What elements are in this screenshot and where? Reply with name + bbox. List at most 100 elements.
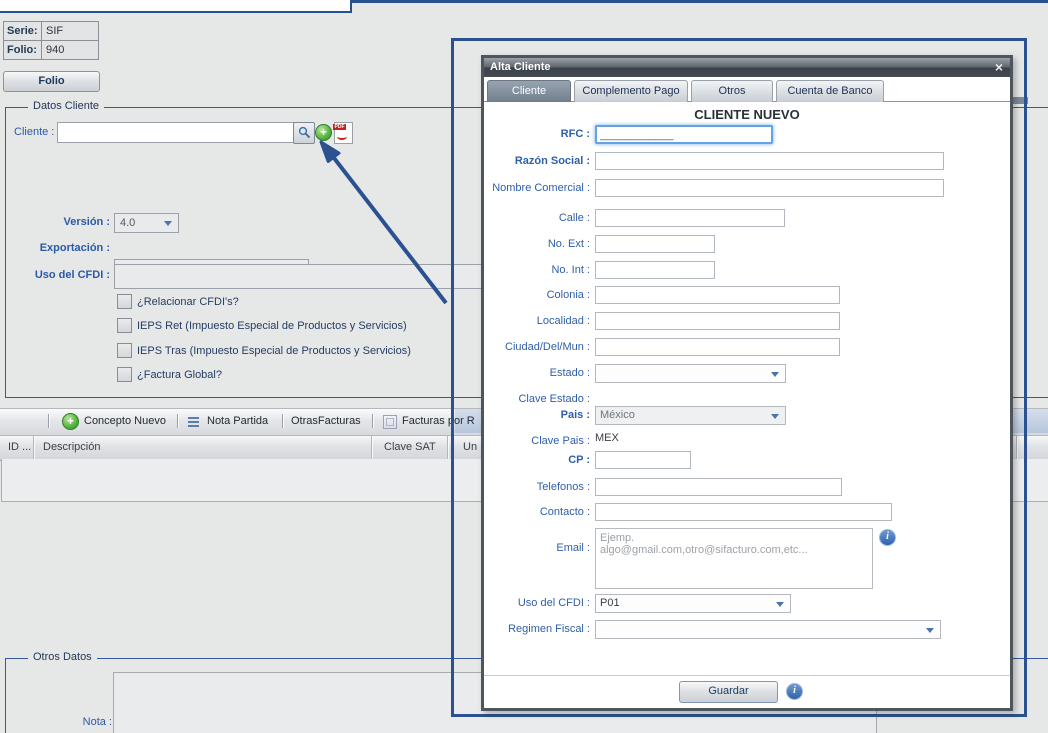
relacionar-cfdi-checkbox[interactable] — [117, 294, 132, 309]
chevron-down-icon — [776, 602, 784, 611]
serie-row: Serie: SIF — [4, 22, 98, 40]
version-select[interactable]: 4.0 — [114, 213, 179, 233]
version-label: Versión : — [20, 216, 110, 228]
clave-pais-value: MEX — [595, 432, 619, 444]
folio-label: Folio: — [4, 41, 42, 59]
email-textarea[interactable]: Ejemp. algo@gmail.com,otro@sifacturo.com… — [595, 528, 873, 589]
no-ext-input[interactable] — [595, 235, 715, 253]
otras-facturas-button[interactable]: OtrasFacturas — [291, 415, 361, 427]
col-unidad[interactable]: Un — [463, 441, 477, 453]
dialog-footer: Guardar i — [484, 675, 1010, 708]
colonia-input[interactable] — [595, 286, 840, 304]
serie-value: SIF — [42, 22, 63, 40]
list-icon — [188, 417, 199, 419]
tab-cliente[interactable]: Cliente — [487, 80, 571, 102]
relacionar-cfdi-label: ¿Relacionar CFDI's? — [137, 296, 239, 308]
nombre-comercial-input[interactable] — [595, 179, 944, 197]
uso-cfdi-label: Uso del CFDI : — [0, 269, 110, 281]
rfc-input[interactable] — [595, 125, 773, 144]
estado-select[interactable] — [595, 364, 786, 383]
folio-row: Folio: 940 — [4, 40, 98, 59]
col-id[interactable]: ID ... — [8, 441, 31, 453]
search-icon — [298, 126, 311, 139]
serie-folio-table: Serie: SIF Folio: 940 — [3, 21, 99, 60]
info-icon[interactable]: i — [786, 683, 803, 700]
nota-label: Nota : — [70, 716, 112, 728]
cliente-label: Cliente : — [14, 126, 54, 138]
facturas-por-button[interactable]: Facturas por R — [402, 415, 475, 427]
localidad-input[interactable] — [595, 312, 840, 330]
cliente-input[interactable] — [57, 122, 297, 143]
tab-complemento-pago[interactable]: Complemento Pago — [574, 80, 688, 102]
top-panel-edge — [0, 0, 352, 13]
regimen-fiscal-select[interactable] — [595, 620, 941, 639]
col-descripcion[interactable]: Descripción — [43, 441, 100, 453]
app-window: Serie: SIF Folio: 940 Folio Datos Client… — [0, 0, 1048, 733]
grid-box-icon — [383, 415, 397, 429]
calle-input[interactable] — [595, 209, 785, 227]
email-placeholder: Ejemp. — [600, 532, 872, 544]
info-icon[interactable]: i — [879, 529, 896, 546]
folio-value: 940 — [42, 41, 64, 59]
ieps-ret-checkbox[interactable] — [117, 318, 132, 333]
guardar-button[interactable]: Guardar — [679, 681, 778, 703]
email-label: Email : — [486, 528, 595, 554]
pais-select[interactable]: México — [595, 406, 786, 425]
ieps-tras-checkbox[interactable] — [117, 343, 132, 358]
chevron-down-icon — [164, 221, 172, 230]
razon-social-input[interactable] — [595, 152, 944, 170]
clave-estado-label: Clave Estado : — [486, 390, 595, 405]
exportacion-label: Exportación : — [0, 242, 110, 254]
alta-cliente-dialog: Alta Cliente × Cliente Complemento Pago … — [481, 55, 1013, 711]
tab-otros[interactable]: Otros — [691, 80, 773, 102]
pais-label: Pais : — [486, 406, 595, 421]
ciudad-input[interactable] — [595, 338, 840, 356]
chevron-down-icon — [926, 628, 934, 637]
add-client-icon[interactable]: + — [315, 124, 332, 141]
concepto-nuevo-button[interactable]: Concepto Nuevo — [84, 415, 166, 427]
chevron-down-icon — [771, 372, 779, 381]
nombre-comercial-label: Nombre Comercial : — [486, 179, 595, 194]
folio-button[interactable]: Folio — [3, 71, 100, 92]
close-icon[interactable]: × — [995, 58, 1003, 77]
top-border-line — [352, 0, 1048, 3]
telefonos-label: Telefonos : — [486, 478, 595, 493]
cp-label: CP : — [486, 451, 595, 466]
colonia-label: Colonia : — [486, 286, 595, 301]
clave-pais-label: Clave Pais : — [486, 432, 595, 447]
dialog-titlebar[interactable]: Alta Cliente × — [484, 58, 1010, 77]
no-int-label: No. Int : — [486, 261, 595, 276]
telefonos-input[interactable] — [595, 478, 842, 496]
dialog-heading: CLIENTE NUEVO — [484, 107, 1010, 122]
col-clave-sat[interactable]: Clave SAT — [384, 441, 436, 453]
serie-label: Serie: — [4, 22, 42, 40]
datos-cliente-legend: Datos Cliente — [28, 100, 104, 112]
contacto-label: Contacto : — [486, 503, 595, 518]
no-ext-label: No. Ext : — [486, 235, 595, 250]
factura-global-checkbox[interactable] — [117, 367, 132, 382]
razon-social-label: Razón Social : — [486, 152, 595, 167]
estado-label: Estado : — [486, 364, 595, 379]
calle-label: Calle : — [486, 209, 595, 224]
uso-cfdi-modal-label: Uso del CFDI : — [486, 594, 595, 609]
background-panel-fragment — [1013, 97, 1028, 104]
pdf-icon[interactable]: PDF — [334, 122, 353, 144]
ciudad-label: Ciudad/Del/Mun : — [486, 338, 595, 353]
dialog-title: Alta Cliente — [490, 61, 551, 73]
search-client-button[interactable] — [293, 122, 315, 144]
nota-partida-button[interactable]: Nota Partida — [207, 415, 268, 427]
contacto-input[interactable] — [595, 503, 892, 521]
no-int-input[interactable] — [595, 261, 715, 279]
uso-cfdi-modal-select[interactable]: P01 — [595, 594, 791, 613]
chevron-down-icon — [771, 414, 779, 423]
plus-circle-icon: + — [62, 413, 79, 430]
ieps-tras-label: IEPS Tras (Impuesto Especial de Producto… — [137, 345, 411, 357]
regimen-fiscal-label: Regimen Fiscal : — [486, 620, 595, 635]
rfc-label: RFC : — [486, 125, 595, 140]
ieps-ret-label: IEPS Ret (Impuesto Especial de Productos… — [137, 320, 407, 332]
tab-cuenta-de-banco[interactable]: Cuenta de Banco — [776, 80, 884, 102]
dialog-tabs: Cliente Complemento Pago Otros Cuenta de… — [484, 77, 1010, 102]
cp-input[interactable] — [595, 451, 691, 469]
otros-datos-legend: Otros Datos — [28, 651, 97, 663]
localidad-label: Localidad : — [486, 312, 595, 327]
